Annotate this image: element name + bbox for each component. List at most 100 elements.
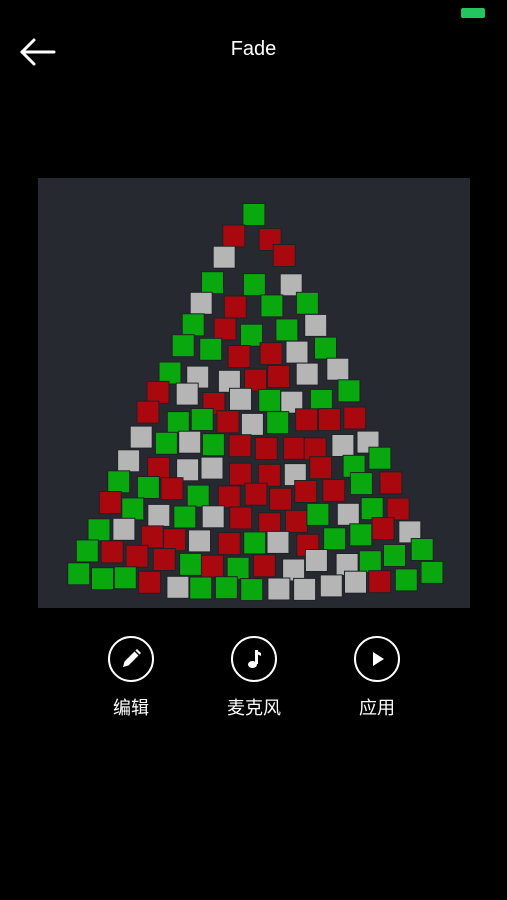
edit-label: 编辑 — [113, 698, 149, 719]
led-pixel — [293, 577, 317, 601]
edit-button[interactable]: 编辑 — [86, 636, 176, 720]
microphone-button[interactable]: 麦克风 — [209, 636, 299, 720]
led-pixel — [379, 471, 403, 495]
led-pixel — [136, 400, 160, 424]
led-pixel — [216, 410, 240, 434]
action-bar: 编辑 麦克风 应用 — [0, 636, 507, 736]
led-pixel — [189, 576, 213, 600]
led-pixel — [136, 476, 160, 499]
led-pixel — [229, 462, 252, 486]
led-pixel — [226, 556, 250, 580]
led-pixel — [344, 570, 367, 594]
tree-canvas — [67, 203, 444, 602]
led-pixel — [243, 531, 267, 555]
apply-button[interactable]: 应用 — [332, 636, 422, 720]
led-pixel — [242, 273, 266, 297]
play-icon — [373, 652, 384, 666]
led-pixel — [309, 456, 333, 480]
led-pixel — [158, 361, 182, 385]
led-pixel — [179, 552, 203, 576]
led-pixel — [269, 487, 293, 511]
led-pixel — [186, 484, 210, 508]
led-pixel — [163, 528, 187, 552]
led-pixel — [107, 470, 131, 494]
led-pixel — [222, 224, 246, 248]
led-pixel — [343, 406, 367, 430]
led-pixel — [201, 433, 225, 457]
led-pixel — [166, 575, 190, 599]
led-pixel — [113, 566, 137, 590]
music-note-icon — [248, 650, 261, 668]
led-pixel — [360, 497, 384, 521]
led-pixel — [358, 550, 382, 574]
led-pixel — [266, 411, 290, 435]
led-pixel — [147, 503, 171, 527]
led-pixel — [67, 562, 91, 586]
edit-icon-circle — [108, 636, 154, 682]
apply-label: 应用 — [359, 698, 395, 719]
led-pixel — [152, 548, 176, 571]
led-pixel — [223, 295, 247, 319]
led-tree-preview — [38, 178, 470, 608]
led-pixel — [166, 411, 190, 435]
led-pixel — [304, 549, 328, 572]
led-pixel — [267, 577, 291, 601]
led-pixel — [386, 497, 410, 521]
led-pixel — [117, 449, 141, 473]
led-pixel — [259, 342, 283, 366]
led-pixel — [368, 570, 392, 594]
led-pixel — [317, 408, 341, 432]
led-pixel — [140, 525, 164, 549]
pencil-icon — [123, 649, 141, 667]
led-pixel — [227, 345, 251, 368]
led-pixel — [173, 505, 197, 529]
led-pixel — [272, 244, 296, 267]
led-pixel — [240, 412, 264, 436]
led-pixel — [314, 336, 337, 360]
battery-icon — [461, 8, 485, 18]
apply-icon-circle — [354, 636, 400, 682]
led-pixel — [91, 567, 114, 591]
led-pixel — [266, 530, 290, 554]
led-pixel — [306, 502, 330, 526]
led-pixel — [129, 425, 153, 449]
led-pixel — [125, 544, 149, 568]
led-pixel — [383, 544, 406, 567]
led-pixel — [322, 478, 346, 502]
led-pixel — [217, 485, 241, 509]
led-pixel — [146, 380, 170, 404]
led-pixel — [171, 334, 195, 358]
led-pixel — [217, 532, 241, 556]
led-pixel — [189, 291, 213, 315]
led-pixel — [252, 554, 276, 578]
led-pixel — [275, 318, 299, 342]
led-pixel — [319, 574, 343, 598]
led-pixel — [410, 538, 434, 561]
led-pixel — [175, 382, 199, 406]
led-pixel — [371, 517, 395, 541]
led-pixel — [138, 570, 162, 594]
led-pixel — [295, 291, 319, 315]
led-pixel — [240, 323, 263, 347]
led-pixel — [285, 340, 309, 364]
led-pixel — [87, 518, 111, 542]
led-pixel — [181, 313, 205, 337]
led-pixel — [229, 387, 252, 411]
led-pixel — [75, 539, 99, 563]
led-pixel — [100, 540, 124, 564]
led-pixel — [294, 480, 318, 503]
led-pixel — [267, 365, 291, 388]
led-pixel — [336, 502, 360, 526]
led-pixel — [121, 497, 145, 521]
led-pixel — [229, 506, 253, 530]
led-pixel — [178, 430, 202, 454]
led-pixel — [283, 436, 306, 460]
led-pixel — [368, 446, 392, 470]
led-pixel — [337, 379, 361, 403]
led-pixel — [199, 337, 223, 361]
led-pixel — [295, 408, 319, 432]
led-pixel — [240, 578, 264, 602]
page-title: Fade — [230, 38, 277, 60]
led-pixel — [188, 529, 211, 553]
led-pixel — [98, 491, 122, 514]
